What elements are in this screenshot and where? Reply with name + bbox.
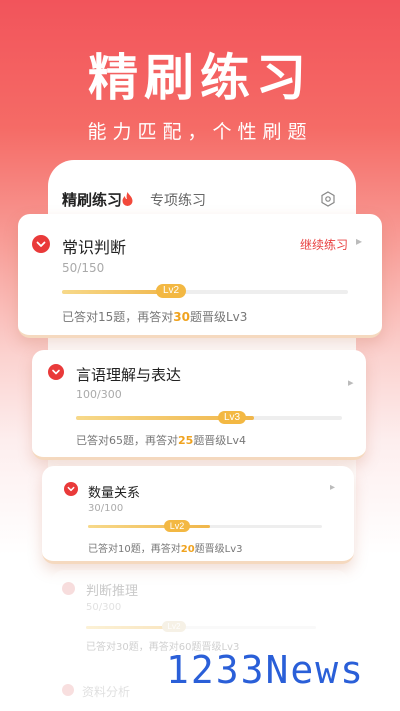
continue-practice-link[interactable]: 继续练习 xyxy=(300,236,348,253)
progress-note: 已答对65题，再答对25题晋级Lv4 xyxy=(76,434,246,447)
subject-card-verbal[interactable]: 言语理解与表达 ▸ 100/300 Lv3 已答对65题，再答对25题晋级Lv4 xyxy=(32,350,366,460)
level-badge: Lv2 xyxy=(156,284,186,298)
subject-name: 判断推理 xyxy=(86,584,139,599)
gear-icon[interactable] xyxy=(320,191,336,207)
watermark-logo: 1233News xyxy=(166,648,366,692)
subject-card-quantitative[interactable]: 数量关系 ▸ 30/100 Lv2 已答对10题，再答对20题晋级Lv3 xyxy=(42,466,354,564)
tab-special-practice[interactable]: 专项练习 xyxy=(150,190,206,210)
chevron-right-icon: ▸ xyxy=(330,482,336,493)
level-badge: Lv2 xyxy=(162,621,186,632)
hero-subtitle: 能力匹配，个性刷题 xyxy=(87,121,313,143)
level-badge: Lv3 xyxy=(218,411,246,424)
tab-intensive-practice[interactable]: 精刷练习 xyxy=(62,189,122,210)
subject-name: 常识判断 xyxy=(62,238,127,257)
progress-bar xyxy=(86,626,316,629)
chevron-down-icon[interactable] xyxy=(32,235,50,253)
subject-card-general-knowledge[interactable]: 常识判断 继续练习 ▸ 50/150 Lv2 已答对15题，再答对30题晋级Lv… xyxy=(18,214,382,338)
chevron-right-icon: ▸ xyxy=(356,234,363,248)
question-count: 50/300 xyxy=(86,602,122,613)
question-count: 50/150 xyxy=(62,261,105,275)
progress-fill xyxy=(88,525,210,528)
progress-note: 已答对10题，再答对20题晋级Lv3 xyxy=(88,544,243,555)
subject-name: 言语理解与表达 xyxy=(76,366,182,384)
question-count: 100/300 xyxy=(76,388,122,401)
tab-bar: 精刷练习 专项练习 xyxy=(62,189,342,213)
chevron-down-icon[interactable] xyxy=(62,582,75,595)
chevron-down-icon[interactable] xyxy=(64,482,78,496)
subject-name-data-analysis: 资料分析 xyxy=(82,685,131,699)
level-badge: Lv2 xyxy=(164,520,190,532)
progress-bar xyxy=(76,416,342,420)
hero-title: 精刷练习 xyxy=(88,49,312,107)
progress-bar xyxy=(62,290,348,294)
subject-name: 数量关系 xyxy=(88,486,141,501)
progress-note: 已答对15题，再答对30题晋级Lv3 xyxy=(62,310,248,324)
progress-bar xyxy=(88,525,322,528)
chevron-right-icon: ▸ xyxy=(348,376,354,389)
fire-icon xyxy=(122,192,133,206)
chevron-down-icon xyxy=(62,684,74,696)
question-count: 30/100 xyxy=(88,503,124,514)
chevron-down-icon[interactable] xyxy=(48,364,64,380)
